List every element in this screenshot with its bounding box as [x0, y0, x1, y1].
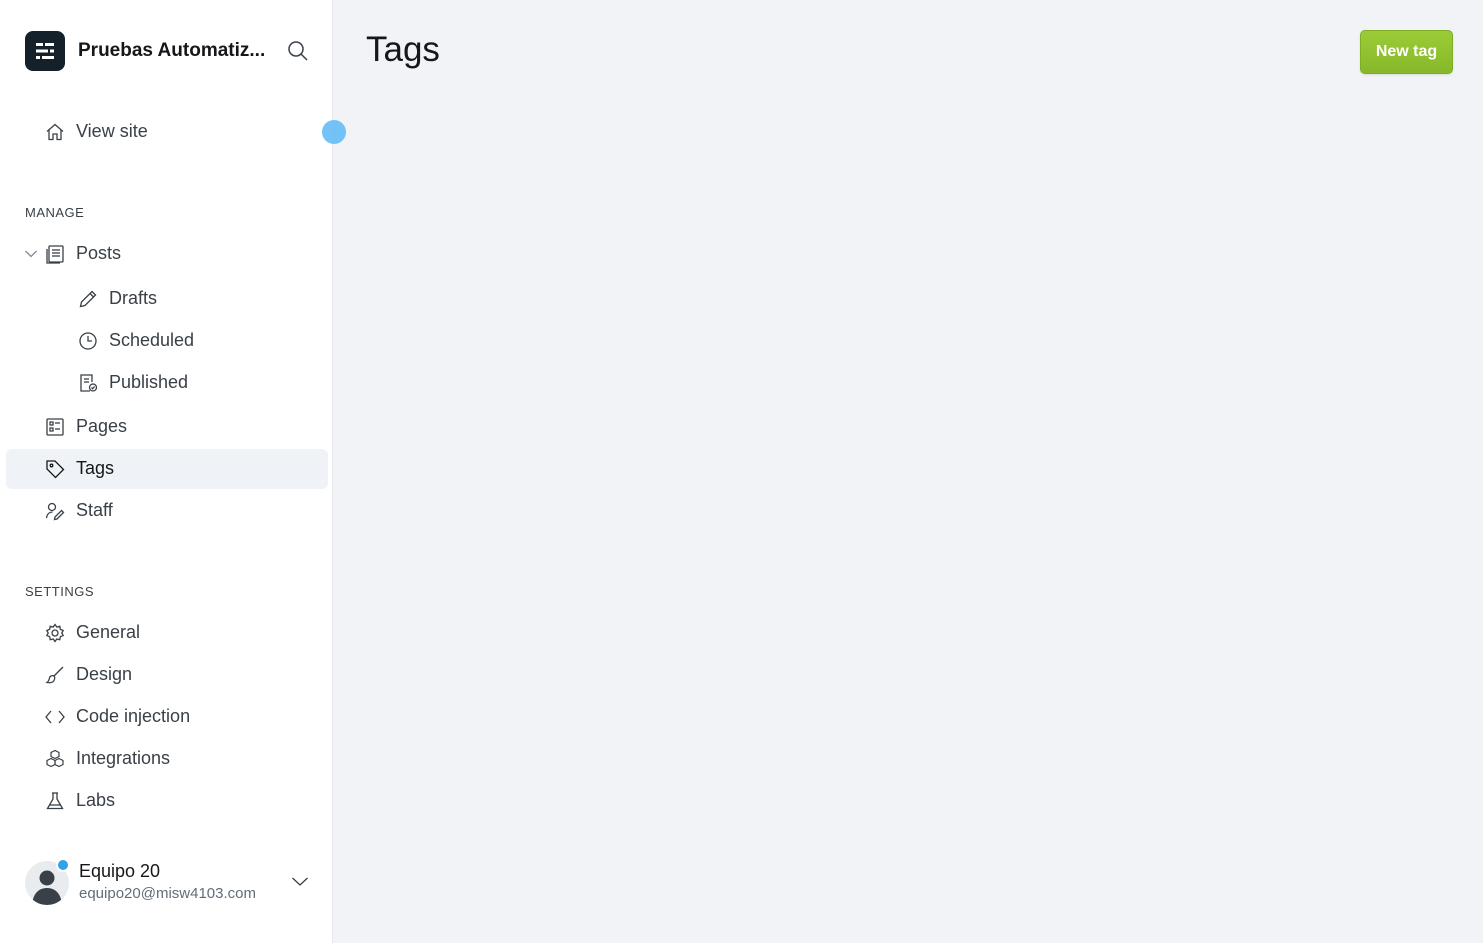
nav-design-label: Design [76, 664, 133, 684]
new-tag-button[interactable]: New tag [1360, 30, 1453, 74]
site-logo[interactable] [25, 31, 65, 71]
nav-drafts-label: Drafts [109, 288, 158, 308]
nav-published[interactable]: Published [6, 363, 328, 403]
nav-drafts[interactable]: Drafts [6, 279, 328, 319]
pages-icon [45, 417, 65, 437]
nav-tags[interactable]: Tags [6, 449, 328, 489]
nav-design[interactable]: Design [6, 655, 328, 695]
brand: Pruebas Automatiz... [25, 31, 315, 71]
sidebar: Pruebas Automatiz... View site MANAGE Po… [0, 0, 333, 943]
page-title: Tags [366, 30, 440, 69]
user-menu[interactable]: Equipo 20 equipo20@misw4103.com [25, 858, 315, 906]
nav-view-site-label: View site [76, 121, 148, 141]
gear-icon [45, 623, 65, 643]
chevron-down-icon[interactable] [24, 248, 38, 260]
nav-staff[interactable]: Staff [6, 491, 328, 531]
nav-labs[interactable]: Labs [6, 781, 328, 821]
nav-scheduled[interactable]: Scheduled [6, 321, 328, 361]
nav-general[interactable]: General [6, 613, 328, 653]
chevron-down-icon[interactable] [291, 874, 309, 888]
site-title[interactable]: Pruebas Automatiz... [78, 40, 272, 62]
nav-staff-label: Staff [76, 500, 113, 520]
nav-tags-label: Tags [76, 458, 115, 478]
nav-code-injection-label: Code injection [76, 706, 191, 726]
nav-code-injection[interactable]: Code injection [6, 697, 328, 737]
posts-icon [45, 244, 65, 264]
sidebar-resize-handle[interactable] [322, 120, 346, 144]
settings-section-title: SETTINGS [25, 584, 95, 599]
flask-icon [45, 791, 65, 811]
nav-published-label: Published [109, 372, 189, 392]
nav-scheduled-label: Scheduled [109, 330, 195, 350]
nav-general-label: General [76, 622, 141, 642]
notification-dot [56, 858, 70, 872]
user-email: equipo20@misw4103.com [79, 885, 256, 902]
nav-view-site[interactable]: View site [6, 112, 328, 152]
logo-icon [36, 43, 54, 59]
published-icon [78, 373, 98, 393]
staff-icon [45, 501, 65, 521]
integrations-icon [45, 749, 65, 769]
search-icon[interactable] [286, 39, 310, 63]
nav-integrations-label: Integrations [76, 748, 171, 768]
nav-posts[interactable]: Posts [6, 234, 328, 274]
nav-posts-label: Posts [76, 243, 122, 263]
nav-pages-label: Pages [76, 416, 128, 436]
clock-icon [78, 331, 98, 351]
code-icon [45, 707, 65, 727]
tag-icon [45, 459, 65, 479]
manage-section-title: MANAGE [25, 205, 85, 220]
brush-icon [45, 665, 65, 685]
home-icon [45, 122, 65, 142]
user-name: Equipo 20 [79, 861, 161, 881]
nav-labs-label: Labs [76, 790, 116, 810]
nav-pages[interactable]: Pages [6, 407, 328, 447]
nav-integrations[interactable]: Integrations [6, 739, 328, 779]
pencil-icon [78, 289, 98, 309]
